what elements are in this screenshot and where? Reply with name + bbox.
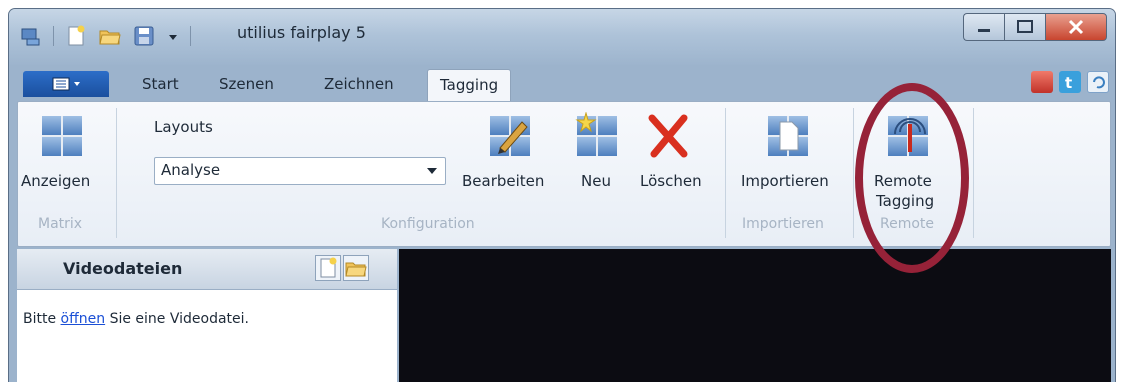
tab-start[interactable]: Start [142,75,179,93]
videodateien-panel: Videodateien Bitte öffnen Sie eine Video… [17,249,397,382]
open-folder-icon [345,262,367,277]
layout-select[interactable]: Analyse [154,157,446,185]
minimize-icon [978,29,990,32]
minimize-button[interactable] [963,13,1004,41]
videodateien-title: Videodateien [63,259,183,278]
anzeigen-label: Anzeigen [21,172,91,190]
tab-szenen[interactable]: Szenen [219,75,274,93]
svg-text:t: t [1065,74,1072,92]
youtube-icon[interactable] [1031,71,1053,93]
group-label-konfiguration: Konfiguration [381,216,475,232]
importieren-button[interactable] [766,112,810,160]
loeschen-label: Löschen [640,172,702,190]
layouts-label: Layouts [154,118,213,136]
videodateien-header: Videodateien [17,249,397,290]
bearbeiten-button[interactable] [488,112,532,160]
message-text-before: Bitte [23,311,61,327]
save-icon[interactable] [132,24,156,48]
anzeigen-button[interactable] [40,112,84,160]
close-icon [1068,19,1084,35]
message-text-after: Sie eine Videodatei. [105,311,249,327]
new-file-icon [320,257,337,278]
tab-tagging[interactable]: Tagging [427,69,512,102]
bearbeiten-label: Bearbeiten [462,172,545,190]
importieren-label: Importieren [741,172,829,190]
loeschen-button[interactable] [646,112,690,160]
video-display-area [399,249,1111,382]
qat-separator [53,26,54,46]
app-icon[interactable] [19,24,43,48]
qat-dropdown-icon[interactable] [166,24,180,48]
group-separator [116,108,117,238]
close-button[interactable] [1045,13,1107,41]
group-separator [725,108,726,238]
new-star-icon [575,112,597,133]
open-folder-icon[interactable] [98,24,122,48]
new-file-icon[interactable] [64,24,88,48]
maximize-icon [1017,20,1033,33]
title-bar: utilius fairplay 5 [9,9,1115,65]
neu-button[interactable] [575,112,619,160]
neu-label: Neu [581,172,611,190]
quick-access-toolbar [19,23,191,49]
group-separator [973,108,974,238]
open-video-button[interactable] [343,255,369,281]
group-separator [853,108,854,238]
delete-x-icon [648,114,688,158]
chevron-down-icon [427,168,437,174]
annotation-circle [855,83,969,273]
qat-separator [190,26,191,46]
ribbon-tab-bar: Start Szenen Zeichnen Tagging t [9,65,1115,102]
app-menu-icon [52,77,80,91]
pencil-icon [498,121,528,154]
open-video-message: Bitte öffnen Sie eine Videodatei. [23,311,249,327]
top-right-icons: t [1031,71,1109,93]
tab-zeichnen[interactable]: Zeichnen [324,75,394,93]
new-video-button[interactable] [315,255,341,281]
app-menu-button[interactable] [23,71,109,97]
maximize-button[interactable] [1004,13,1045,41]
open-video-link[interactable]: öffnen [61,311,106,327]
window-controls [963,13,1107,41]
app-window: utilius fairplay 5 Start Szenen Zeichnen… [8,8,1116,382]
group-label-importieren: Importieren [742,216,824,232]
refresh-icon[interactable] [1087,71,1109,93]
layout-select-value: Analyse [161,161,221,179]
window-title: utilius fairplay 5 [237,23,366,42]
twitter-icon[interactable]: t [1059,71,1081,93]
import-document-icon [779,121,799,151]
group-label-matrix: Matrix [38,216,83,232]
